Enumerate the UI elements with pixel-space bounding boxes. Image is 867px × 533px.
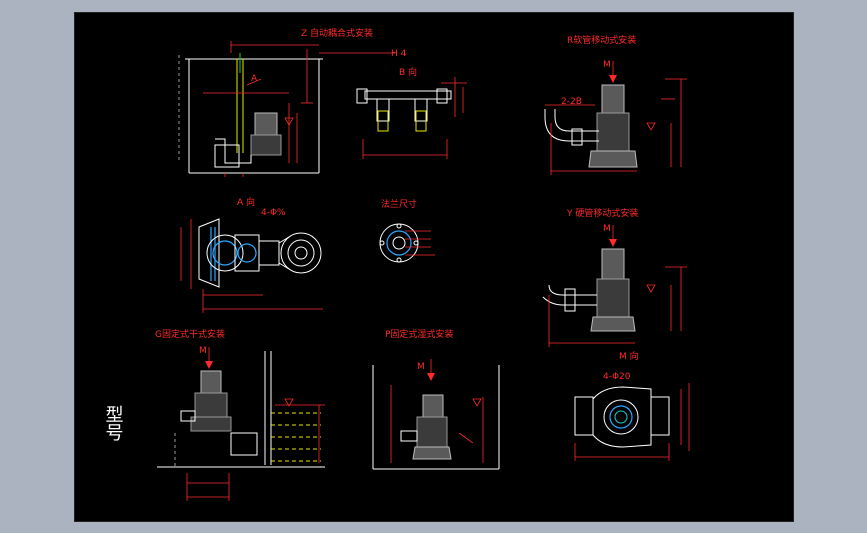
- view-p-fixed-wet: P固定式湿式安装 M: [372, 328, 500, 470]
- view-a-label-holes: 4-Φ%: [261, 208, 286, 218]
- view-flange-size: 法兰尺寸: [379, 198, 435, 263]
- view-y-rigid-mobile: Y 硬管移动式安装 M: [542, 207, 687, 347]
- view-z-label-h: H 4: [391, 49, 407, 59]
- view-y-label-m: M: [603, 224, 611, 234]
- view-g-title: G固定式干式安装: [155, 328, 225, 340]
- view-z-auto-coupling: Z 自动耦合式安装 A H 4: [178, 27, 407, 177]
- view-m-direction: M 向 4-Φ20: [574, 350, 690, 461]
- view-r-label-m: M: [603, 60, 611, 70]
- view-g-label-m: M: [199, 346, 207, 356]
- view-r-hose-mobile: R软管移动式安装 M 2-2B: [544, 34, 687, 175]
- view-r-title: R软管移动式安装: [567, 34, 636, 46]
- view-r-label-dn: 2-2B: [561, 97, 582, 107]
- view-p-label-m: M: [417, 362, 425, 372]
- view-a-title: A 向: [237, 196, 255, 208]
- drawing-sheet: Z 自动耦合式安装 A H 4 B 向 R软管移动式安装 M 2-2B A 向 …: [74, 12, 794, 522]
- title-block-model-label: 型号: [103, 405, 124, 442]
- view-a-direction: A 向 4-Φ%: [180, 196, 323, 313]
- view-y-title: Y 硬管移动式安装: [566, 207, 638, 219]
- cad-drawing-canvas: Z 自动耦合式安装 A H 4 B 向 R软管移动式安装 M 2-2B A 向 …: [103, 27, 690, 501]
- view-m-label-holes: 4-Φ20: [603, 372, 631, 382]
- view-g-fixed-dry: G固定式干式安装 M: [155, 328, 325, 501]
- view-z-title: Z 自动耦合式安装: [301, 27, 373, 39]
- view-m-title: M 向: [619, 350, 639, 362]
- view-b-direction: B 向: [356, 66, 467, 159]
- view-b-label: B 向: [399, 66, 417, 78]
- view-flange-title: 法兰尺寸: [381, 198, 417, 210]
- view-p-title: P固定式湿式安装: [385, 328, 453, 340]
